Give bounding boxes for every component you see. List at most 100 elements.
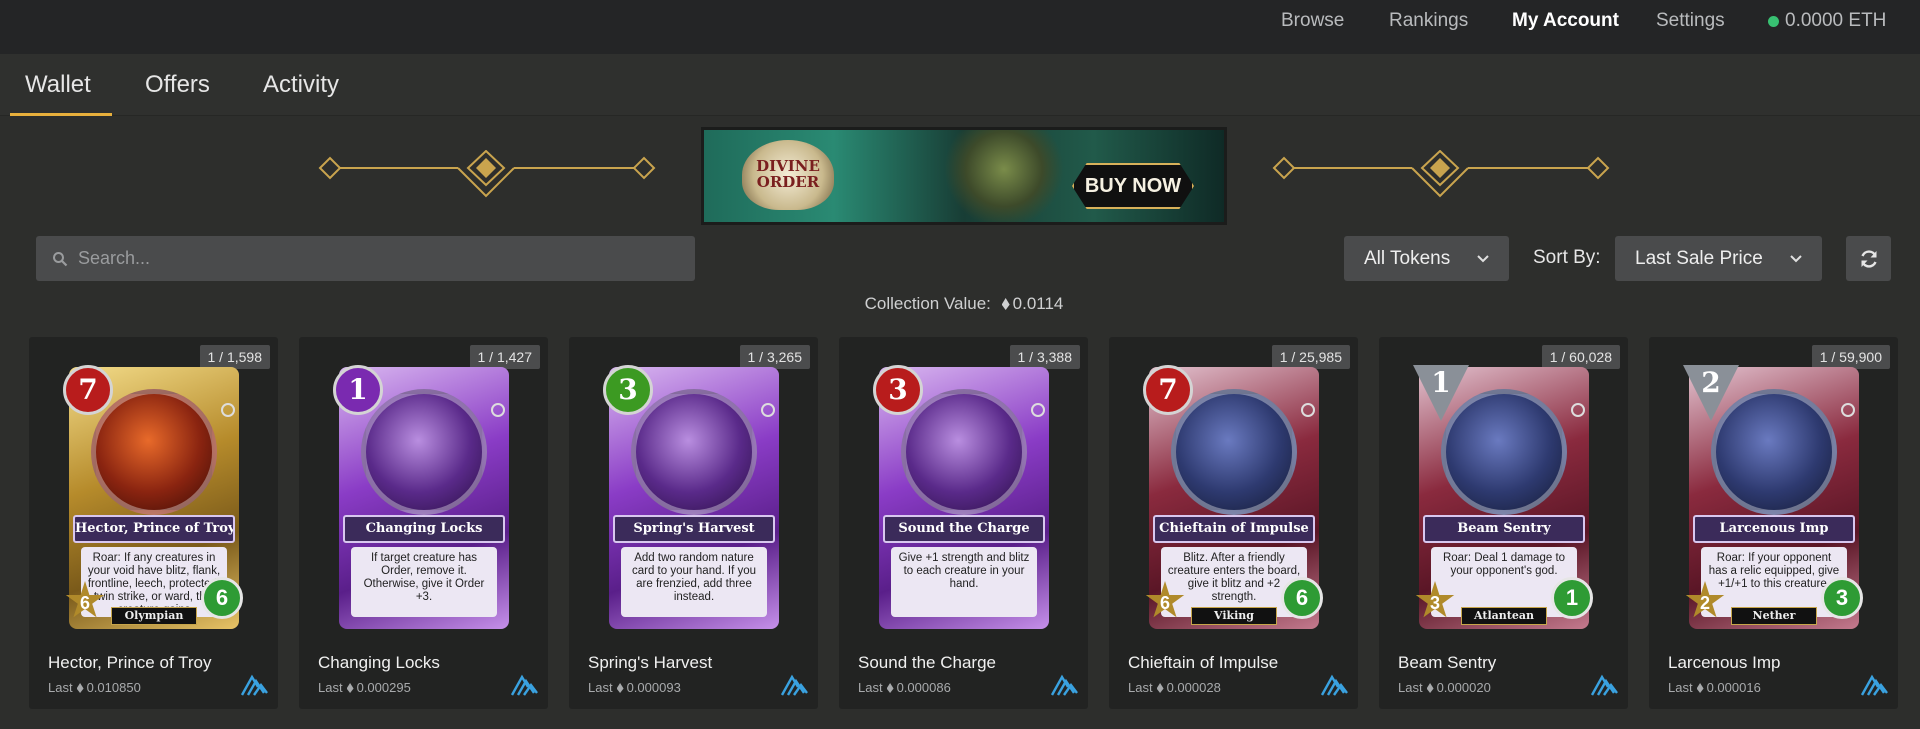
health-value: 1 [1565,585,1579,610]
last-sale-price: Last 0.000086 [858,680,951,695]
sort-by-label: Sort By: [1533,247,1601,268]
mana-cost-value: 3 [618,373,638,406]
promo-banner[interactable]: DIVINE ORDER BUY NOW [701,127,1227,225]
card-artwork [1711,389,1837,515]
card-title[interactable]: Beam Sentry [1398,653,1496,673]
chevron-down-icon [1790,254,1802,262]
card-title[interactable]: Sound the Charge [858,653,996,673]
mana-cost-value: 1 [1431,366,1451,399]
card-tile[interactable]: 1 / 25,985 7 Chieftain of Impulse Blitz. Af… [1109,337,1358,709]
card-tile[interactable]: 1 / 60,028 1 Beam Sentry Roar: Deal 1 damag… [1379,337,1628,709]
card-artwork [361,389,487,515]
nav-settings[interactable]: Settings [1656,10,1725,32]
card-artwork [631,389,757,515]
health-value: 6 [1295,585,1309,610]
collection-value: Collection Value: 0.0114 [0,294,1920,314]
last-sale-label: Last [48,680,73,695]
last-sale-price: Last 0.010850 [48,680,141,695]
card-image[interactable]: 7 Hector, Prince of Troy Roar: If any crea… [63,365,243,629]
card-title[interactable]: Spring's Harvest [588,653,712,673]
tab-activity[interactable]: Activity [263,71,339,99]
tab-offers[interactable]: Offers [145,71,210,99]
card-name-plate: Spring's Harvest [613,515,775,543]
card-name-plate: Larcenous Imp [1693,515,1855,543]
chevron-down-icon [1477,254,1489,262]
last-sale-value: 0.000086 [896,680,951,695]
nav-rankings[interactable]: Rankings [1389,10,1468,32]
last-sale-value: 0.000016 [1706,680,1761,695]
last-sale-label: Last [858,680,883,695]
card-tile[interactable]: 1 / 3,265 3 Spring's Harvest Add two random… [569,337,818,709]
mana-cost-value: 2 [1701,366,1721,399]
card-tile[interactable]: 1 / 1,598 7 Hector, Prince of Troy Roar: If… [29,337,278,709]
last-sale-value: 0.000028 [1166,680,1221,695]
account-tabs: Wallet Offers Activity [0,54,1920,116]
card-image[interactable]: 3 Sound the Charge Give +1 strength and bl… [873,365,1049,629]
card-artwork [1441,389,1567,515]
last-sale-price: Last 0.000093 [588,680,681,695]
card-rules-text: Add two random nature card to your hand.… [621,547,767,617]
mana-cost-value: 3 [888,373,908,406]
card-rules-text: If target creature has Order, remove it.… [351,547,497,617]
card-tile[interactable]: 1 / 59,900 2 Larcenous Imp Roar: If your op… [1649,337,1898,709]
card-set-icon [1841,403,1855,417]
eth-icon [1426,683,1434,693]
card-title[interactable]: Larcenous Imp [1668,653,1780,673]
last-sale-value: 0.000093 [626,680,681,695]
card-image[interactable]: 1 Beam Sentry Roar: Deal 1 damage to your … [1413,365,1593,629]
card-supply-badge: 1 / 1,427 [469,345,540,369]
health-value: 3 [1835,585,1849,610]
last-sale-value: 0.010850 [86,680,141,695]
card-image[interactable]: 1 Changing Locks If target creature has Or… [333,365,509,629]
card-set-icon [491,403,505,417]
last-sale-value: 0.000295 [356,680,411,695]
card-supply-badge: 1 / 25,985 [1271,345,1350,369]
card-set-icon [1571,403,1585,417]
last-sale-price: Last 0.000028 [1128,680,1221,695]
card-image[interactable]: 7 Chieftain of Impulse Blitz. After a frie… [1143,365,1323,629]
search-input[interactable] [78,248,678,269]
gods-unchained-logo-icon [1050,674,1078,696]
card-tile[interactable]: 1 / 3,388 3 Sound the Charge Give +1 streng… [839,337,1088,709]
mana-cost-value: 1 [348,373,368,406]
last-sale-label: Last [1668,680,1693,695]
card-image[interactable]: 2 Larcenous Imp Roar: If your opponent has… [1683,365,1863,629]
card-tile[interactable]: 1 / 1,427 1 Changing Locks If target creatu… [299,337,548,709]
last-sale-label: Last [1398,680,1423,695]
token-filter-dropdown[interactable]: All Tokens [1344,236,1509,281]
sort-dropdown[interactable]: Last Sale Price [1615,236,1822,281]
card-image[interactable]: 3 Spring's Harvest Add two random nature c… [603,365,779,629]
banner-artwork [944,130,1064,222]
last-sale-value: 0.000020 [1436,680,1491,695]
card-artwork [91,389,217,515]
card-set-icon [761,403,775,417]
mana-cost-gem: 7 [63,365,113,415]
card-name-plate: Changing Locks [343,515,505,543]
health-gem: 3 [1821,577,1863,619]
eth-icon [886,683,894,693]
eth-icon [1156,683,1164,693]
last-sale-label: Last [588,680,613,695]
search-bar[interactable] [36,236,695,281]
card-title[interactable]: Hector, Prince of Troy [48,653,211,673]
gods-unchained-logo-icon [1590,674,1618,696]
nav-browse[interactable]: Browse [1281,10,1344,32]
card-name-plate: Sound the Charge [883,515,1045,543]
refresh-button[interactable] [1846,236,1891,281]
card-tribe-label: Viking [1191,607,1277,625]
nav-my-account[interactable]: My Account [1512,10,1619,32]
eth-icon [1001,298,1010,310]
buy-now-button[interactable]: BUY NOW [1072,163,1194,209]
sort-value: Last Sale Price [1635,247,1763,269]
card-artwork [901,389,1027,515]
tab-wallet[interactable]: Wallet [25,71,91,99]
search-icon [53,251,68,266]
card-tribe-label: Nether [1731,607,1817,625]
card-title[interactable]: Chieftain of Impulse [1128,653,1278,673]
card-title[interactable]: Changing Locks [318,653,440,673]
card-set-icon [221,403,235,417]
left-ornament-decoration [318,150,656,198]
mana-cost-value: 7 [1158,373,1178,406]
wallet-balance[interactable]: 0.0000 ETH [1768,10,1886,32]
card-supply-badge: 1 / 59,900 [1811,345,1890,369]
